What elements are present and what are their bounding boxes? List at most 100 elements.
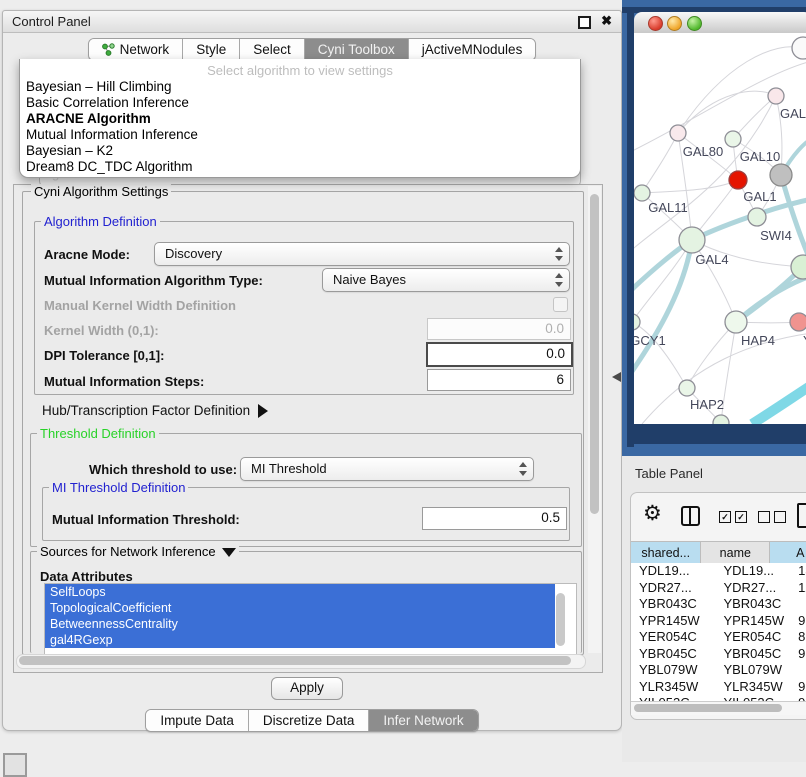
table-row[interactable]: YBR043CYBR043C	[631, 596, 806, 613]
mi-threshold-title: MI Threshold Definition	[49, 480, 188, 495]
table-row[interactable]: YER054CYER054C8.	[631, 629, 806, 646]
node-hap4	[725, 311, 747, 333]
which-threshold-combo[interactable]: MI Threshold	[240, 457, 534, 481]
close-icon[interactable]: ✖	[601, 13, 612, 29]
kernel-width-field[interactable]: 0.0	[427, 318, 571, 340]
gear-icon[interactable]: ⚙	[643, 501, 662, 526]
network-canvas[interactable]: GAL GAL80 GAL10 GAL1 GAL11 SWI4 GAL4 GCY…	[634, 33, 806, 424]
tab-discretize-data[interactable]: Discretize Data	[249, 710, 370, 731]
mi-threshold-field[interactable]: 0.5	[422, 507, 567, 530]
table-header-row: shared... name A	[631, 541, 806, 565]
node-gal-partial	[768, 88, 784, 104]
float-window-icon[interactable]	[578, 16, 591, 29]
table-panel-title: Table Panel	[635, 466, 703, 481]
zoom-traffic-light[interactable]	[687, 16, 702, 31]
network-view-window: GAL GAL80 GAL10 GAL1 GAL11 SWI4 GAL4 GCY…	[634, 12, 806, 424]
tab-infer-network[interactable]: Infer Network	[369, 710, 477, 731]
cyni-settings-pane: Cyni Algorithm Settings Algorithm Defini…	[13, 184, 603, 673]
application-root: Control Panel ✖ Networ	[0, 0, 806, 762]
manual-kernel-label: Manual Kernel Width Definition	[44, 298, 236, 313]
dpi-tolerance-field[interactable]: 0.0	[426, 342, 573, 367]
tab-impute-data[interactable]: Impute Data	[146, 710, 249, 731]
collapse-down-icon	[222, 548, 236, 557]
tab-network[interactable]: Network	[89, 39, 184, 60]
attribute-item-selected[interactable]: BetweennessCentrality	[45, 616, 555, 632]
node-label: GAL1	[743, 189, 776, 204]
tab-style[interactable]: Style	[183, 39, 240, 60]
mi-type-combo[interactable]: Naive Bayes	[322, 268, 570, 292]
table-row[interactable]: YDL19...YDL19...13	[631, 563, 806, 580]
node-swi4	[748, 208, 766, 226]
control-panel-title: Control Panel	[12, 14, 91, 29]
apply-button[interactable]: Apply	[271, 677, 343, 700]
tab-network-label: Network	[120, 42, 170, 57]
node-gal4	[679, 227, 705, 253]
kernel-width-label: Kernel Width (0,1):	[44, 323, 159, 338]
node-label: SWI4	[760, 228, 792, 243]
list-scrollbar-thumb[interactable]	[556, 593, 565, 646]
table-row[interactable]: YLR345WYLR345W9.	[631, 679, 806, 696]
node-partial-top	[792, 37, 806, 59]
table-toolbar: ⚙ ✓ ✓	[631, 493, 806, 537]
mi-steps-field[interactable]: 6	[427, 369, 571, 391]
columns-icon[interactable]	[681, 506, 700, 526]
network-window-titlebar[interactable]	[634, 12, 806, 34]
sources-title[interactable]: Sources for Network Inference	[37, 544, 239, 559]
threshold-definition-title: Threshold Definition	[37, 426, 159, 441]
mi-type-label: Mutual Information Algorithm Type:	[44, 273, 263, 288]
checked-checkbox-icon[interactable]: ✓	[735, 511, 747, 523]
node-label: HAP2	[690, 397, 724, 412]
unchecked-checkbox-icon[interactable]	[774, 511, 786, 523]
node-label: GCY1	[634, 333, 666, 348]
checked-checkbox-icon[interactable]: ✓	[719, 511, 731, 523]
table-row[interactable]: YBR045CYBR045C9.	[631, 646, 806, 663]
node-salmon	[790, 313, 806, 331]
minimize-traffic-light[interactable]	[667, 16, 682, 31]
expand-right-icon	[258, 404, 268, 418]
manual-kernel-checkbox[interactable]	[553, 297, 568, 312]
close-traffic-light[interactable]	[648, 16, 663, 31]
algorithm-option[interactable]: Mutual Information Inference	[26, 127, 574, 143]
network-labels: GAL GAL80 GAL10 GAL1 GAL11 SWI4 GAL4 GCY…	[634, 106, 806, 412]
node-label: GAL10	[740, 149, 780, 164]
column-header-name[interactable]: name	[701, 542, 770, 564]
node-label: GAL4	[695, 252, 728, 267]
table-row[interactable]: YBL079WYBL079W	[631, 662, 806, 679]
column-header-partial[interactable]: A	[770, 542, 806, 564]
aracne-mode-combo[interactable]: Discovery	[154, 242, 570, 266]
collapsed-panel-icon[interactable]	[3, 753, 27, 777]
algorithm-option[interactable]: Basic Correlation Inference	[26, 95, 574, 111]
node-gal1-red	[729, 171, 747, 189]
combo-stepper-icon	[518, 462, 526, 476]
tab-jactivemnodules[interactable]: jActiveMNodules	[409, 39, 536, 60]
network-cyan-edge	[752, 381, 806, 424]
dpi-tolerance-label: DPI Tolerance [0,1]:	[44, 348, 164, 363]
which-threshold-label: Which threshold to use:	[89, 462, 237, 477]
attribute-item-selected[interactable]: gal4RGexp	[45, 632, 555, 648]
document-icon[interactable]	[797, 503, 806, 528]
attribute-item-selected[interactable]: SelfLoops	[45, 584, 555, 600]
node-label: GAL	[780, 106, 806, 121]
table-row[interactable]: YDR27...YDR27...12	[631, 580, 806, 597]
algorithm-option[interactable]: Bayesian – K2	[26, 143, 574, 159]
node-gal11	[634, 185, 650, 201]
node-label: HAP4	[741, 333, 775, 348]
algorithm-option-selected[interactable]: ARACNE Algorithm	[26, 111, 574, 127]
table-row[interactable]: YPR145WYPR145W9.	[631, 613, 806, 630]
unchecked-checkbox-icon[interactable]	[758, 511, 770, 523]
settings-vertical-scrollbar[interactable]	[588, 186, 601, 653]
algorithm-definition-title: Algorithm Definition	[41, 214, 160, 229]
settings-horizontal-scrollbar[interactable]	[16, 654, 586, 669]
algorithm-option[interactable]: Bayesian – Hill Climbing	[26, 79, 574, 95]
tab-cyni-toolbox[interactable]: Cyni Toolbox	[305, 39, 409, 60]
column-header-shared-name[interactable]: shared...	[631, 542, 701, 564]
algorithm-option[interactable]: Dream8 DC_TDC Algorithm	[26, 159, 574, 175]
table-horizontal-scrollbar[interactable]	[631, 701, 806, 715]
network-icon	[102, 43, 115, 56]
attribute-item-selected[interactable]: TopologicalCoefficient	[45, 600, 555, 616]
control-panel-titlebar: Control Panel ✖	[3, 11, 621, 33]
cyni-bottom-tabbar: Impute Data Discretize Data Infer Networ…	[3, 709, 621, 732]
hub-definition-toggle[interactable]: Hub/Transcription Factor Definition	[42, 403, 268, 418]
table-panel: ⚙ ✓ ✓ shared... name A YDL19...YDL19...1…	[630, 492, 806, 720]
tab-select[interactable]: Select	[240, 39, 305, 60]
